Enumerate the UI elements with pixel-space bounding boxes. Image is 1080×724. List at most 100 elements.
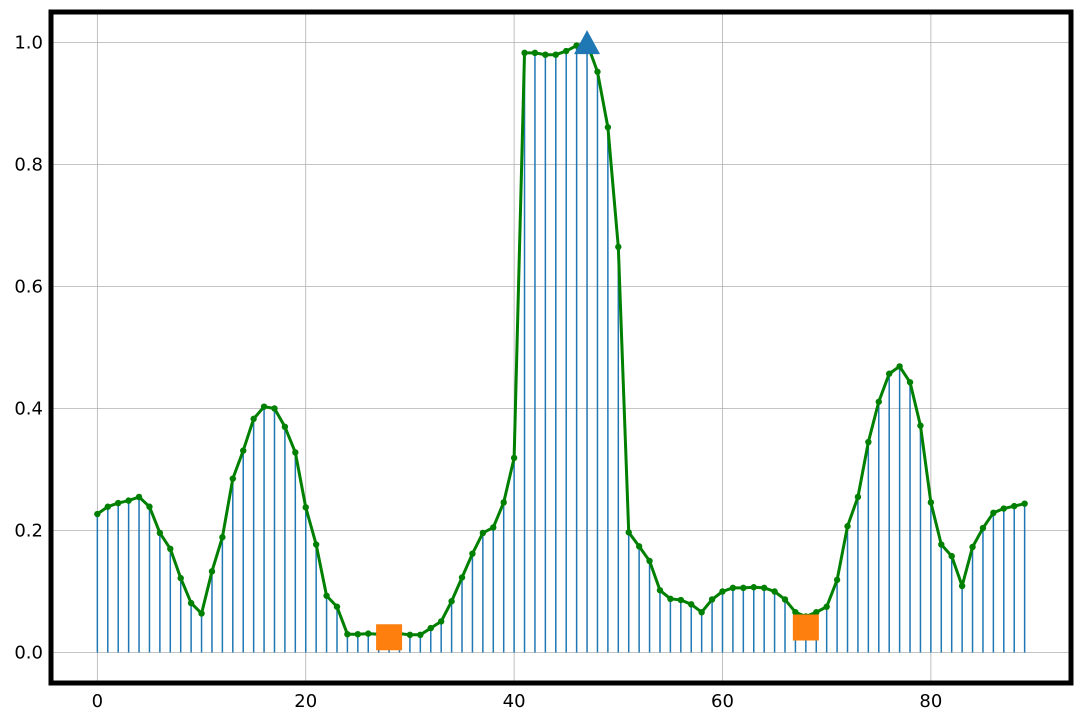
x-tick-label: 40 [503,691,526,712]
data-point [240,447,247,454]
plot-frame [48,9,1074,686]
data-point [292,449,299,456]
data-point [1021,500,1028,507]
data-point [979,524,987,532]
data-point [135,493,143,501]
data-point [542,51,549,58]
data-point [448,598,455,605]
grid [51,12,1071,683]
data-point [646,557,653,565]
y-tick-label: 1.0 [14,33,43,54]
data-point [187,599,195,607]
y-tick-label: 0.8 [14,155,43,176]
data-point [427,624,434,632]
data-point [865,438,872,446]
data-point [563,47,570,55]
data-point [458,574,466,581]
series-line [96,41,1025,637]
data-point [635,543,643,550]
data-point [94,510,101,518]
data-point [760,584,768,592]
data-point [896,363,903,370]
data-point [729,584,737,592]
data-point [531,49,539,57]
data-point [323,592,330,599]
y-tick-label: 0.6 [14,277,43,298]
data-point [229,475,237,482]
data-point [906,379,914,386]
data-point [750,584,757,591]
data-point [625,529,632,536]
data-point [146,503,153,510]
x-tick-label: 20 [294,691,317,712]
data-point [604,124,612,131]
data-point [479,529,487,537]
chart: 0 20 40 60 80 0.0 0.2 0.4 0.6 0.8 1.0 [14,9,1074,713]
data-point [844,523,851,530]
axis-ticks: 0 20 40 60 80 0.0 0.2 0.4 0.6 0.8 1.0 [14,33,942,713]
data-point [104,503,111,510]
data-point [125,497,132,504]
x-tick-label: 60 [711,691,734,712]
data-point [344,631,351,638]
data-point [969,543,976,551]
data-point [1000,505,1007,512]
chart-container: 0 20 40 60 80 0.0 0.2 0.4 0.6 0.8 1.0 [0,0,1080,720]
data-point [271,405,278,412]
data-point [208,568,216,575]
data-point [167,545,174,552]
data-point [688,601,695,608]
data-point [917,422,924,429]
data-point [250,415,257,423]
data-point [958,582,966,590]
data-point [813,609,820,616]
data-point [740,584,747,592]
data-point [115,499,122,507]
data-point [677,596,685,604]
data-point [948,552,955,560]
data-point [990,509,997,517]
data-point [281,423,289,430]
data-point [698,609,705,616]
data-point [615,243,622,251]
data-point [1011,502,1018,510]
data-point [260,403,268,410]
line-series [94,39,1028,639]
stem-series [96,43,1026,653]
data-point [406,631,414,639]
x-tick-label: 0 [92,691,103,712]
data-point [771,588,778,595]
data-point [854,493,862,501]
y-tick-label: 0.0 [14,643,43,664]
data-point [198,610,205,617]
valley-marker [792,614,819,641]
valley-marker [376,624,403,651]
data-point [708,596,716,603]
data-point [792,609,799,616]
data-point [510,454,518,462]
data-point [875,398,882,405]
data-point [219,534,226,541]
data-point [156,529,164,537]
y-tick-label: 0.4 [14,399,43,420]
data-point [885,370,893,377]
data-point [927,499,935,506]
data-point [302,504,309,511]
data-point [333,603,341,610]
data-point [469,550,476,557]
data-point [719,588,726,595]
data-point [365,630,372,637]
data-point [312,541,320,548]
data-point [490,524,497,531]
data-point [594,68,601,75]
data-point [437,618,445,625]
y-tick-label: 0.2 [14,521,43,542]
data-point [177,574,184,582]
data-point [500,499,507,506]
data-point [938,541,945,548]
data-point [667,595,674,603]
data-point [417,631,424,639]
data-point [552,51,559,58]
data-point [833,576,841,584]
data-point [354,631,362,638]
